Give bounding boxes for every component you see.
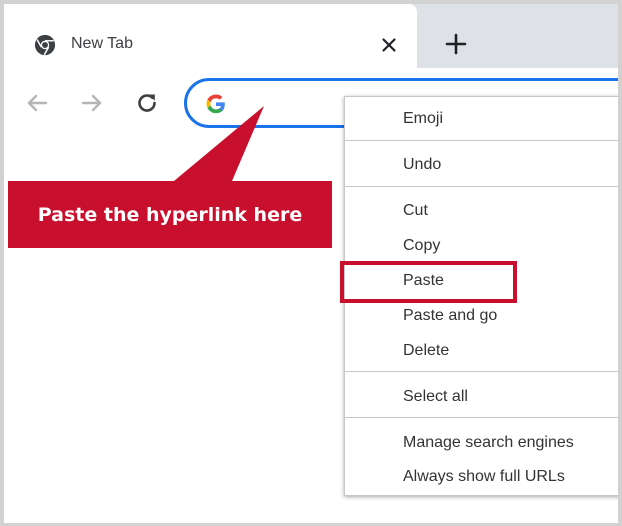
- arrow-left-icon[interactable]: [24, 90, 50, 116]
- menu-separator: [345, 371, 618, 372]
- menu-item-delete[interactable]: Delete: [403, 340, 449, 362]
- arrow-right-icon[interactable]: [79, 90, 105, 116]
- menu-item-undo[interactable]: Undo: [403, 154, 441, 176]
- menu-item-cut[interactable]: Cut: [403, 200, 428, 222]
- tab-strip: New Tab: [4, 4, 618, 68]
- chrome-logo-icon: [34, 34, 56, 56]
- tab-title: New Tab: [71, 35, 133, 52]
- reload-icon[interactable]: [134, 90, 160, 116]
- menu-item-emoji[interactable]: Emoji: [403, 108, 443, 130]
- close-icon[interactable]: [378, 34, 400, 56]
- browser-window: New Tab Emoji Undo Cut Copy Paste Paste …: [0, 0, 622, 526]
- menu-separator: [345, 417, 618, 418]
- menu-item-copy[interactable]: Copy: [403, 235, 440, 257]
- callout-text: Paste the hyperlink here: [37, 203, 303, 226]
- plus-icon[interactable]: [442, 30, 470, 58]
- menu-item-always-show-full-urls[interactable]: Always show full URLs: [403, 466, 565, 488]
- menu-item-paste-and-go[interactable]: Paste and go: [403, 305, 497, 327]
- callout-box: Paste the hyperlink here: [8, 181, 332, 248]
- menu-item-manage-search-engines[interactable]: Manage search engines: [403, 432, 574, 454]
- menu-separator: [345, 140, 618, 141]
- google-g-icon: [206, 94, 225, 114]
- paste-highlight-box: [340, 261, 517, 303]
- tab-new-tab[interactable]: New Tab: [4, 4, 417, 68]
- menu-separator: [345, 186, 618, 187]
- menu-item-select-all[interactable]: Select all: [403, 386, 468, 408]
